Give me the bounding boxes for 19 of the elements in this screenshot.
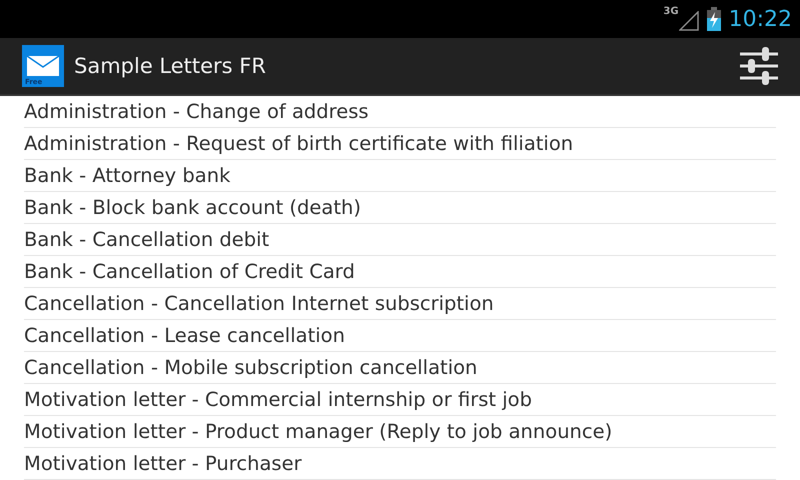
envelope-icon [26, 55, 60, 77]
letter-item[interactable]: Motivation letter - Commercial internship or first job [24, 384, 776, 416]
app-title: Sample Letters FR [74, 54, 267, 78]
letter-item[interactable]: Bank - Cancellation debit [24, 224, 776, 256]
signal-icon [678, 11, 699, 31]
letter-item[interactable]: Administration - Change of address [24, 96, 776, 128]
letter-item[interactable]: Administration - Request of birth certificate with filiation [24, 128, 776, 160]
clock: 10:22 [728, 6, 792, 32]
letter-item[interactable]: Motivation letter - Purchaser [24, 448, 776, 480]
letter-item[interactable]: Bank - Block bank account (death) [24, 192, 776, 224]
letter-item[interactable]: Motivation letter - Product manager (Reply to job announce) [24, 416, 776, 448]
letter-item[interactable]: Bank - Attorney bank [24, 160, 776, 192]
letter-item[interactable]: Cancellation - Cancellation Internet subscription [24, 288, 776, 320]
battery-charging-icon [706, 7, 721, 31]
network-type: 3G [663, 6, 679, 17]
letter-item[interactable]: Bank - Cancellation of Credit Card [24, 256, 776, 288]
sliders-icon[interactable] [740, 46, 778, 86]
letter-item[interactable]: Cancellation - Mobile subscription cancellation [24, 352, 776, 384]
letter-item[interactable]: Cancellation - Lease cancellation [24, 320, 776, 352]
